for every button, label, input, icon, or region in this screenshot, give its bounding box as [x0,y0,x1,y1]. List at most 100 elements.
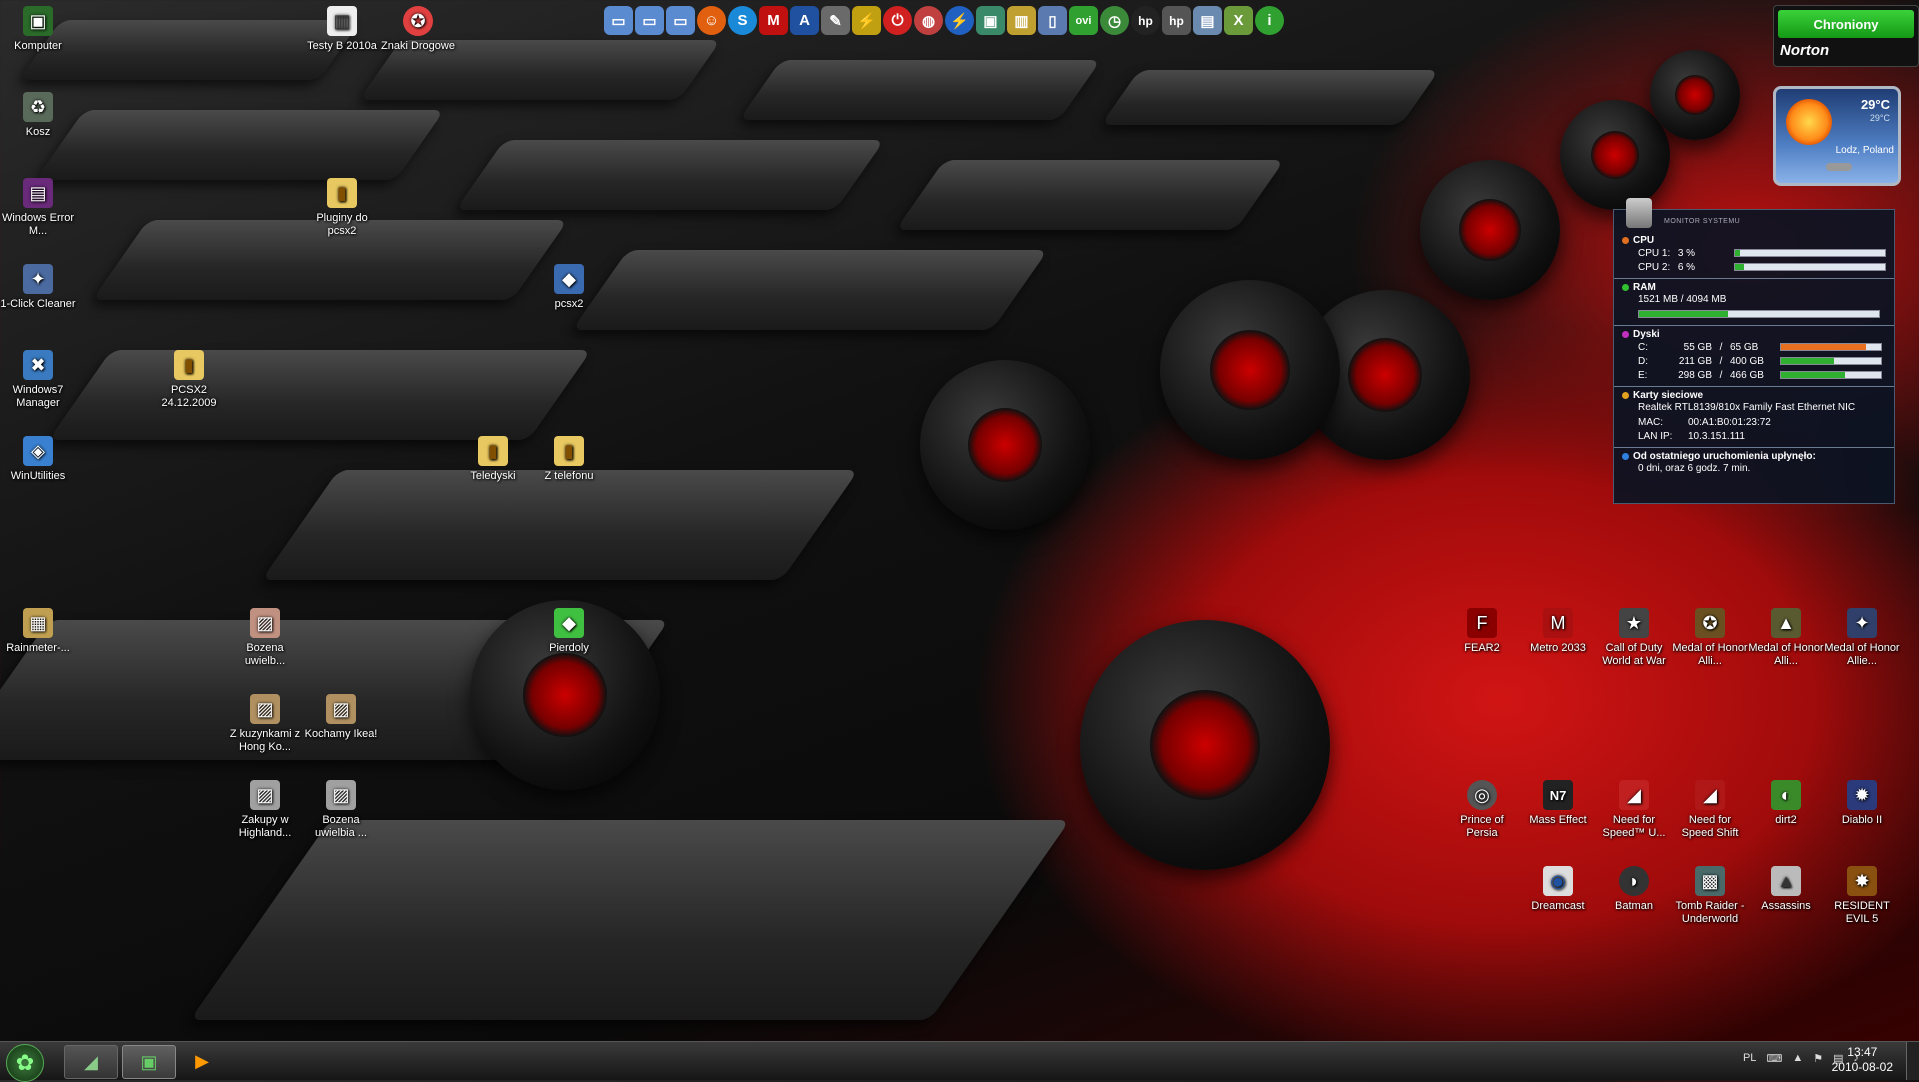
game-icon-moh-3[interactable]: ✦ Medal of Honor Allie... [1824,608,1900,668]
photo-icon: ▨ [326,780,356,810]
game-icon-nfs-shift[interactable]: ◢ Need for Speed Shift [1672,780,1748,840]
desktop-icon-komputer[interactable]: ▣ Komputer [0,6,76,53]
game-icon-mass-effect[interactable]: N7 Mass Effect [1520,780,1596,827]
start-button[interactable]: ✿ [6,1044,44,1082]
game-icon-batman[interactable]: ◗ Batman [1596,866,1672,913]
taskbar-computer-button[interactable]: ▣ [122,1045,176,1079]
game-icon-fear2[interactable]: F FEAR2 [1444,608,1520,655]
desktop-icon-pcsx2-folder[interactable]: ▮ PCSX2 24.12.2009 [151,350,227,410]
window-icon[interactable]: ▤ [1193,6,1222,35]
info-icon[interactable]: i [1255,6,1284,35]
game-icon-re5[interactable]: ✸ RESIDENT EVIL 5 [1824,866,1900,926]
desktop-icon-pcsx2[interactable]: ◆ pcsx2 [531,264,607,311]
photo-icon: ▨ [250,780,280,810]
desktop-icon-znaki-drogowe[interactable]: ✪ Znaki Drogowe [380,6,456,53]
desktop-icon-winutilities[interactable]: ◈ WinUtilities [0,436,76,483]
folder-blue-icon[interactable]: ▭ [666,6,695,35]
desktop-icon-kosz[interactable]: ♻ Kosz [0,92,76,139]
taskbar-media-player-button[interactable]: ▶ [180,1045,224,1077]
moh-icon: ▲ [1771,608,1801,638]
desktop-icon-pluginy[interactable]: ▮ Pluginy do pcsx2 [304,178,380,238]
icon-label: Need for Speed Shift [1681,814,1739,839]
game-icon-moh-1[interactable]: ✪ Medal of Honor Alli... [1672,608,1748,668]
taskbar-clock[interactable]: 13:47 2010-08-02 [1832,1045,1893,1075]
icon-label: FEAR2 [1464,642,1500,654]
game-icon-dreamcast[interactable]: ◉ Dreamcast [1520,866,1596,913]
disk-c-row: C: 55 GB / 65 GB [1622,340,1886,354]
dreamcast-icon: ◉ [1543,866,1573,896]
game-icon-nfs-undercover[interactable]: ◢ Need for Speed™ U... [1596,780,1672,840]
desktop-icon-z-telefonu[interactable]: ▮ Z telefonu [531,436,607,483]
bolt-icon[interactable]: ⚡ [945,6,974,35]
disk-d-row: D: 211 GB / 400 GB [1622,354,1886,368]
desktop-icon-1click-cleaner[interactable]: ✦ 1-Click Cleaner [0,264,76,311]
hp-icon[interactable]: hp [1162,6,1191,35]
weather-widget[interactable]: 29°C 29°C Lodz, Poland [1773,86,1901,186]
game-icon-metro2033[interactable]: M Metro 2033 [1520,608,1596,655]
desktop-icon-bozena-1[interactable]: ▨ Bozena uwielb... [227,608,303,668]
ram-bar [1638,310,1880,318]
ram-value: 1521 MB / 4094 MB [1638,294,1727,305]
cpu1-value: 3 % [1677,247,1696,259]
dirt2-icon: ◐ [1771,780,1801,810]
smiley-icon[interactable]: ☺ [697,6,726,35]
show-desktop-button[interactable] [1906,1042,1919,1080]
folder-blue-icon[interactable]: ▭ [635,6,664,35]
norton-widget[interactable]: Chroniony Norton [1773,5,1919,67]
disk-c-used: 55 GB [1683,341,1712,353]
game-icon-assassins[interactable]: ▲ Assassins [1748,866,1824,913]
icon-label: Windows7 Manager [12,384,64,409]
norton-logo: Norton [1780,42,1830,59]
folder-blue-icon[interactable]: ▭ [604,6,633,35]
xbox-icon[interactable]: X [1224,6,1253,35]
mcafee-icon[interactable]: M [759,6,788,35]
ovi-icon[interactable]: ovi [1069,6,1098,35]
flag-icon[interactable]: ⚑ [1813,1052,1823,1065]
nfs-icon: ◢ [1619,780,1649,810]
icon-label: Mass Effect [1529,814,1587,826]
game-icon-diablo2[interactable]: ✹ Diablo II [1824,780,1900,827]
taskbar-nvidia-button[interactable]: ◢ [64,1045,118,1079]
desktop-icon-rainmeter[interactable]: ▦ Rainmeter-... [0,608,76,655]
skype-icon[interactable]: S [728,6,757,35]
icon-label: Windows Error M... [1,212,75,237]
desktop-icon-bozena-2[interactable]: ▨ Bozena uwielbia ... [303,780,379,840]
tray-expand-icon[interactable]: ▲ [1792,1052,1803,1065]
disk-d-sep: / [1719,355,1723,367]
desktop-icon-kochamy-ikea[interactable]: ▨ Kochamy Ikea! [303,694,379,741]
tool-icon[interactable]: ✎ [821,6,850,35]
disk-d-total: 400 GB [1730,355,1764,367]
lightning-icon[interactable]: ⚡ [852,6,881,35]
keyboard-icon[interactable]: ⌨ [1766,1052,1782,1065]
hp-icon[interactable]: hp [1131,6,1160,35]
desktop-icon-teledyski[interactable]: ▮ Teledyski [455,436,531,483]
desktop-icon-pierdoly[interactable]: ◆ Pierdoly [531,608,607,655]
desktop-icon-windows-error[interactable]: ▤ Windows Error M... [0,178,76,238]
language-indicator[interactable]: PL [1743,1052,1756,1065]
chart-icon[interactable]: ▥ [1007,6,1036,35]
disk-c-label: C: [1638,341,1648,353]
desktop-icon-z-kuzynkami[interactable]: ▨ Z kuzynkami z Hong Ko... [227,694,303,754]
monitor-icon[interactable]: ▣ [976,6,1005,35]
power-icon[interactable]: ⏻ [883,6,912,35]
desktop-icon-zakupy[interactable]: ▨ Zakupy w Highland... [227,780,303,840]
disk-d-used: 211 GB [1678,355,1712,367]
phone-icon[interactable]: ▯ [1038,6,1067,35]
desktop-icon-windows7-manager[interactable]: ✖ Windows7 Manager [0,350,76,410]
clock-icon[interactable]: ◷ [1100,6,1129,35]
desktop-icon-testy[interactable]: ▥ Testy B 2010a [304,6,380,53]
cpu2-row: CPU 2: 6 % [1622,260,1886,274]
ip-label: LAN IP: [1638,430,1673,442]
game-icon-cod[interactable]: ★ Call of Duty World at War [1596,608,1672,668]
a-icon[interactable]: A [790,6,819,35]
mac-label: MAC: [1638,416,1663,428]
diablo-icon: ✹ [1847,780,1877,810]
mass-effect-icon: N7 [1543,780,1573,810]
weather-toggle[interactable] [1826,163,1852,171]
globe-icon[interactable]: ◍ [914,6,943,35]
game-icon-prince-of-persia[interactable]: ◎ Prince of Persia [1444,780,1520,840]
game-icon-tomb-raider[interactable]: ▩ Tomb Raider - Underworld [1672,866,1748,926]
game-icon-moh-2[interactable]: ▲ Medal of Honor Alli... [1748,608,1824,668]
norton-status[interactable]: Chroniony [1778,10,1914,38]
game-icon-dirt2[interactable]: ◐ dirt2 [1748,780,1824,827]
